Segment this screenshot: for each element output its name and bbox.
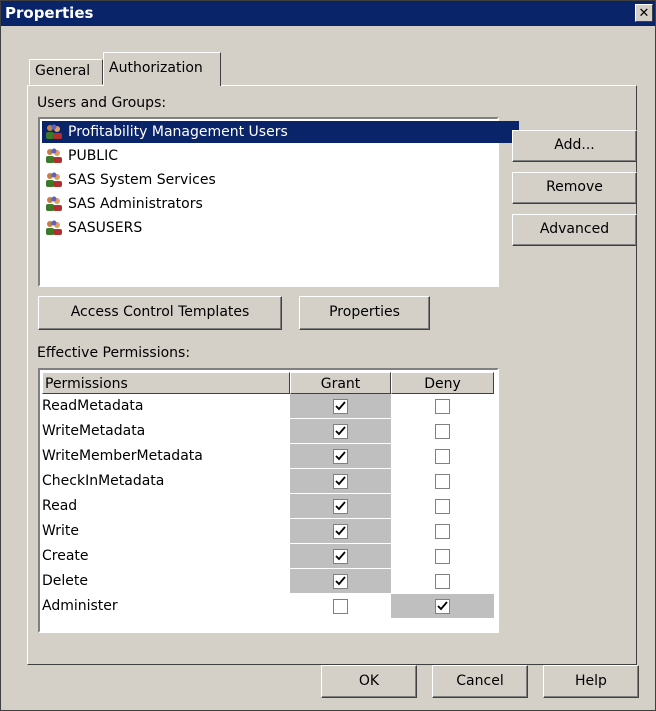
grant-checkbox[interactable] bbox=[332, 549, 348, 564]
remove-button-label: Remove bbox=[546, 179, 603, 195]
deny-checkbox[interactable] bbox=[434, 599, 450, 614]
permission-row: Delete bbox=[42, 569, 497, 594]
grant-checkbox[interactable] bbox=[332, 524, 348, 539]
grant-cell bbox=[290, 594, 391, 618]
users-groups-label: Users and Groups: bbox=[37, 95, 167, 111]
grant-cell bbox=[290, 494, 391, 518]
user-list-item[interactable]: SAS System Services bbox=[42, 169, 216, 191]
permission-name: WriteMemberMetadata bbox=[42, 448, 203, 464]
user-list-item[interactable]: SASUSERS bbox=[42, 217, 142, 239]
users-groups-list[interactable]: Profitability Management Users PUBLIC SAS … bbox=[38, 117, 519, 287]
help-button-label: Help bbox=[575, 673, 607, 689]
ok-button[interactable]: OK bbox=[321, 665, 417, 698]
cancel-button-label: Cancel bbox=[456, 673, 504, 689]
permission-name: Write bbox=[42, 523, 79, 539]
permission-name: CheckInMetadata bbox=[42, 473, 165, 489]
properties-button-label: Properties bbox=[329, 304, 400, 320]
close-icon[interactable]: ✕ bbox=[635, 4, 653, 22]
grant-checkbox[interactable] bbox=[332, 474, 348, 489]
grant-checkbox[interactable] bbox=[332, 499, 348, 514]
user-list-item-label: Profitability Management Users bbox=[68, 124, 288, 140]
user-list-item[interactable]: SAS Administrators bbox=[42, 193, 203, 215]
user-list-item-label: SASUSERS bbox=[68, 220, 143, 236]
permission-name: ReadMetadata bbox=[42, 398, 144, 414]
grant-cell bbox=[290, 394, 391, 418]
user-group-icon bbox=[44, 148, 64, 164]
grant-cell bbox=[290, 569, 391, 593]
deny-checkbox[interactable] bbox=[434, 474, 450, 489]
access-control-templates-label: Access Control Templates bbox=[70, 304, 250, 320]
deny-checkbox[interactable] bbox=[434, 574, 450, 589]
grant-cell bbox=[290, 419, 391, 443]
grant-checkbox[interactable] bbox=[332, 574, 348, 589]
advanced-button-label: Advanced bbox=[539, 221, 610, 237]
deny-cell bbox=[391, 394, 494, 418]
grant-checkbox[interactable] bbox=[332, 449, 348, 464]
add-button-label: Add... bbox=[554, 137, 595, 153]
user-list-item[interactable]: Profitability Management Users bbox=[42, 121, 519, 143]
column-header-deny[interactable]: Deny bbox=[391, 372, 494, 394]
window-title: Properties bbox=[5, 4, 94, 22]
grant-checkbox[interactable] bbox=[332, 424, 348, 439]
permission-name: Administer bbox=[42, 598, 118, 614]
permission-name: Create bbox=[42, 548, 89, 564]
deny-cell bbox=[391, 594, 494, 618]
user-list-item-label: PUBLIC bbox=[68, 148, 118, 164]
grant-checkbox[interactable] bbox=[332, 599, 348, 614]
grant-cell bbox=[290, 519, 391, 543]
permission-row: Write bbox=[42, 519, 497, 544]
column-header-permissions[interactable]: Permissions bbox=[42, 372, 290, 394]
remove-button[interactable]: Remove bbox=[512, 172, 637, 204]
access-control-templates-button[interactable]: Access Control Templates bbox=[38, 296, 282, 330]
user-group-icon bbox=[44, 172, 64, 188]
user-group-icon bbox=[44, 124, 64, 140]
permission-row: WriteMemberMetadata bbox=[42, 444, 497, 469]
deny-cell bbox=[391, 419, 494, 443]
cancel-button[interactable]: Cancel bbox=[432, 665, 528, 698]
permission-name: Delete bbox=[42, 573, 88, 589]
deny-cell bbox=[391, 544, 494, 568]
title-bar[interactable]: Properties ✕ bbox=[1, 1, 655, 26]
properties-dialog: Properties ✕ General Authorization Users… bbox=[0, 0, 656, 711]
tab-general[interactable]: General bbox=[29, 59, 103, 85]
permission-row: Create bbox=[42, 544, 497, 569]
deny-checkbox[interactable] bbox=[434, 524, 450, 539]
properties-button[interactable]: Properties bbox=[299, 296, 430, 330]
grant-checkbox[interactable] bbox=[332, 399, 348, 414]
ok-button-label: OK bbox=[358, 673, 380, 689]
permission-row: ReadMetadata bbox=[42, 394, 497, 419]
permission-row: CheckInMetadata bbox=[42, 469, 497, 494]
grant-cell bbox=[290, 544, 391, 568]
permission-row: Read bbox=[42, 494, 497, 519]
grant-cell bbox=[290, 469, 391, 493]
grant-cell bbox=[290, 444, 391, 468]
user-group-icon bbox=[44, 196, 64, 212]
permission-row: WriteMetadata bbox=[42, 419, 497, 444]
deny-checkbox[interactable] bbox=[434, 399, 450, 414]
user-list-item[interactable]: PUBLIC bbox=[42, 145, 118, 167]
add-button[interactable]: Add... bbox=[512, 130, 637, 162]
effective-permissions-label: Effective Permissions: bbox=[37, 345, 191, 361]
deny-cell bbox=[391, 469, 494, 493]
column-header-grant[interactable]: Grant bbox=[290, 372, 391, 394]
deny-checkbox[interactable] bbox=[434, 549, 450, 564]
user-list-item-label: SAS System Services bbox=[68, 172, 216, 188]
tab-authorization[interactable]: Authorization bbox=[103, 52, 221, 86]
deny-checkbox[interactable] bbox=[434, 499, 450, 514]
deny-cell bbox=[391, 569, 494, 593]
permission-row: Administer bbox=[42, 594, 497, 619]
permission-name: WriteMetadata bbox=[42, 423, 146, 439]
user-list-item-label: SAS Administrators bbox=[68, 196, 203, 212]
deny-cell bbox=[391, 519, 494, 543]
permission-name: Read bbox=[42, 498, 78, 514]
deny-cell bbox=[391, 494, 494, 518]
deny-checkbox[interactable] bbox=[434, 449, 450, 464]
deny-cell bbox=[391, 444, 494, 468]
help-button[interactable]: Help bbox=[543, 665, 639, 698]
deny-checkbox[interactable] bbox=[434, 424, 450, 439]
permissions-table: Permissions Grant Deny ReadMetadata Write… bbox=[38, 368, 499, 633]
advanced-button[interactable]: Advanced bbox=[512, 214, 637, 246]
user-group-icon bbox=[44, 220, 64, 236]
